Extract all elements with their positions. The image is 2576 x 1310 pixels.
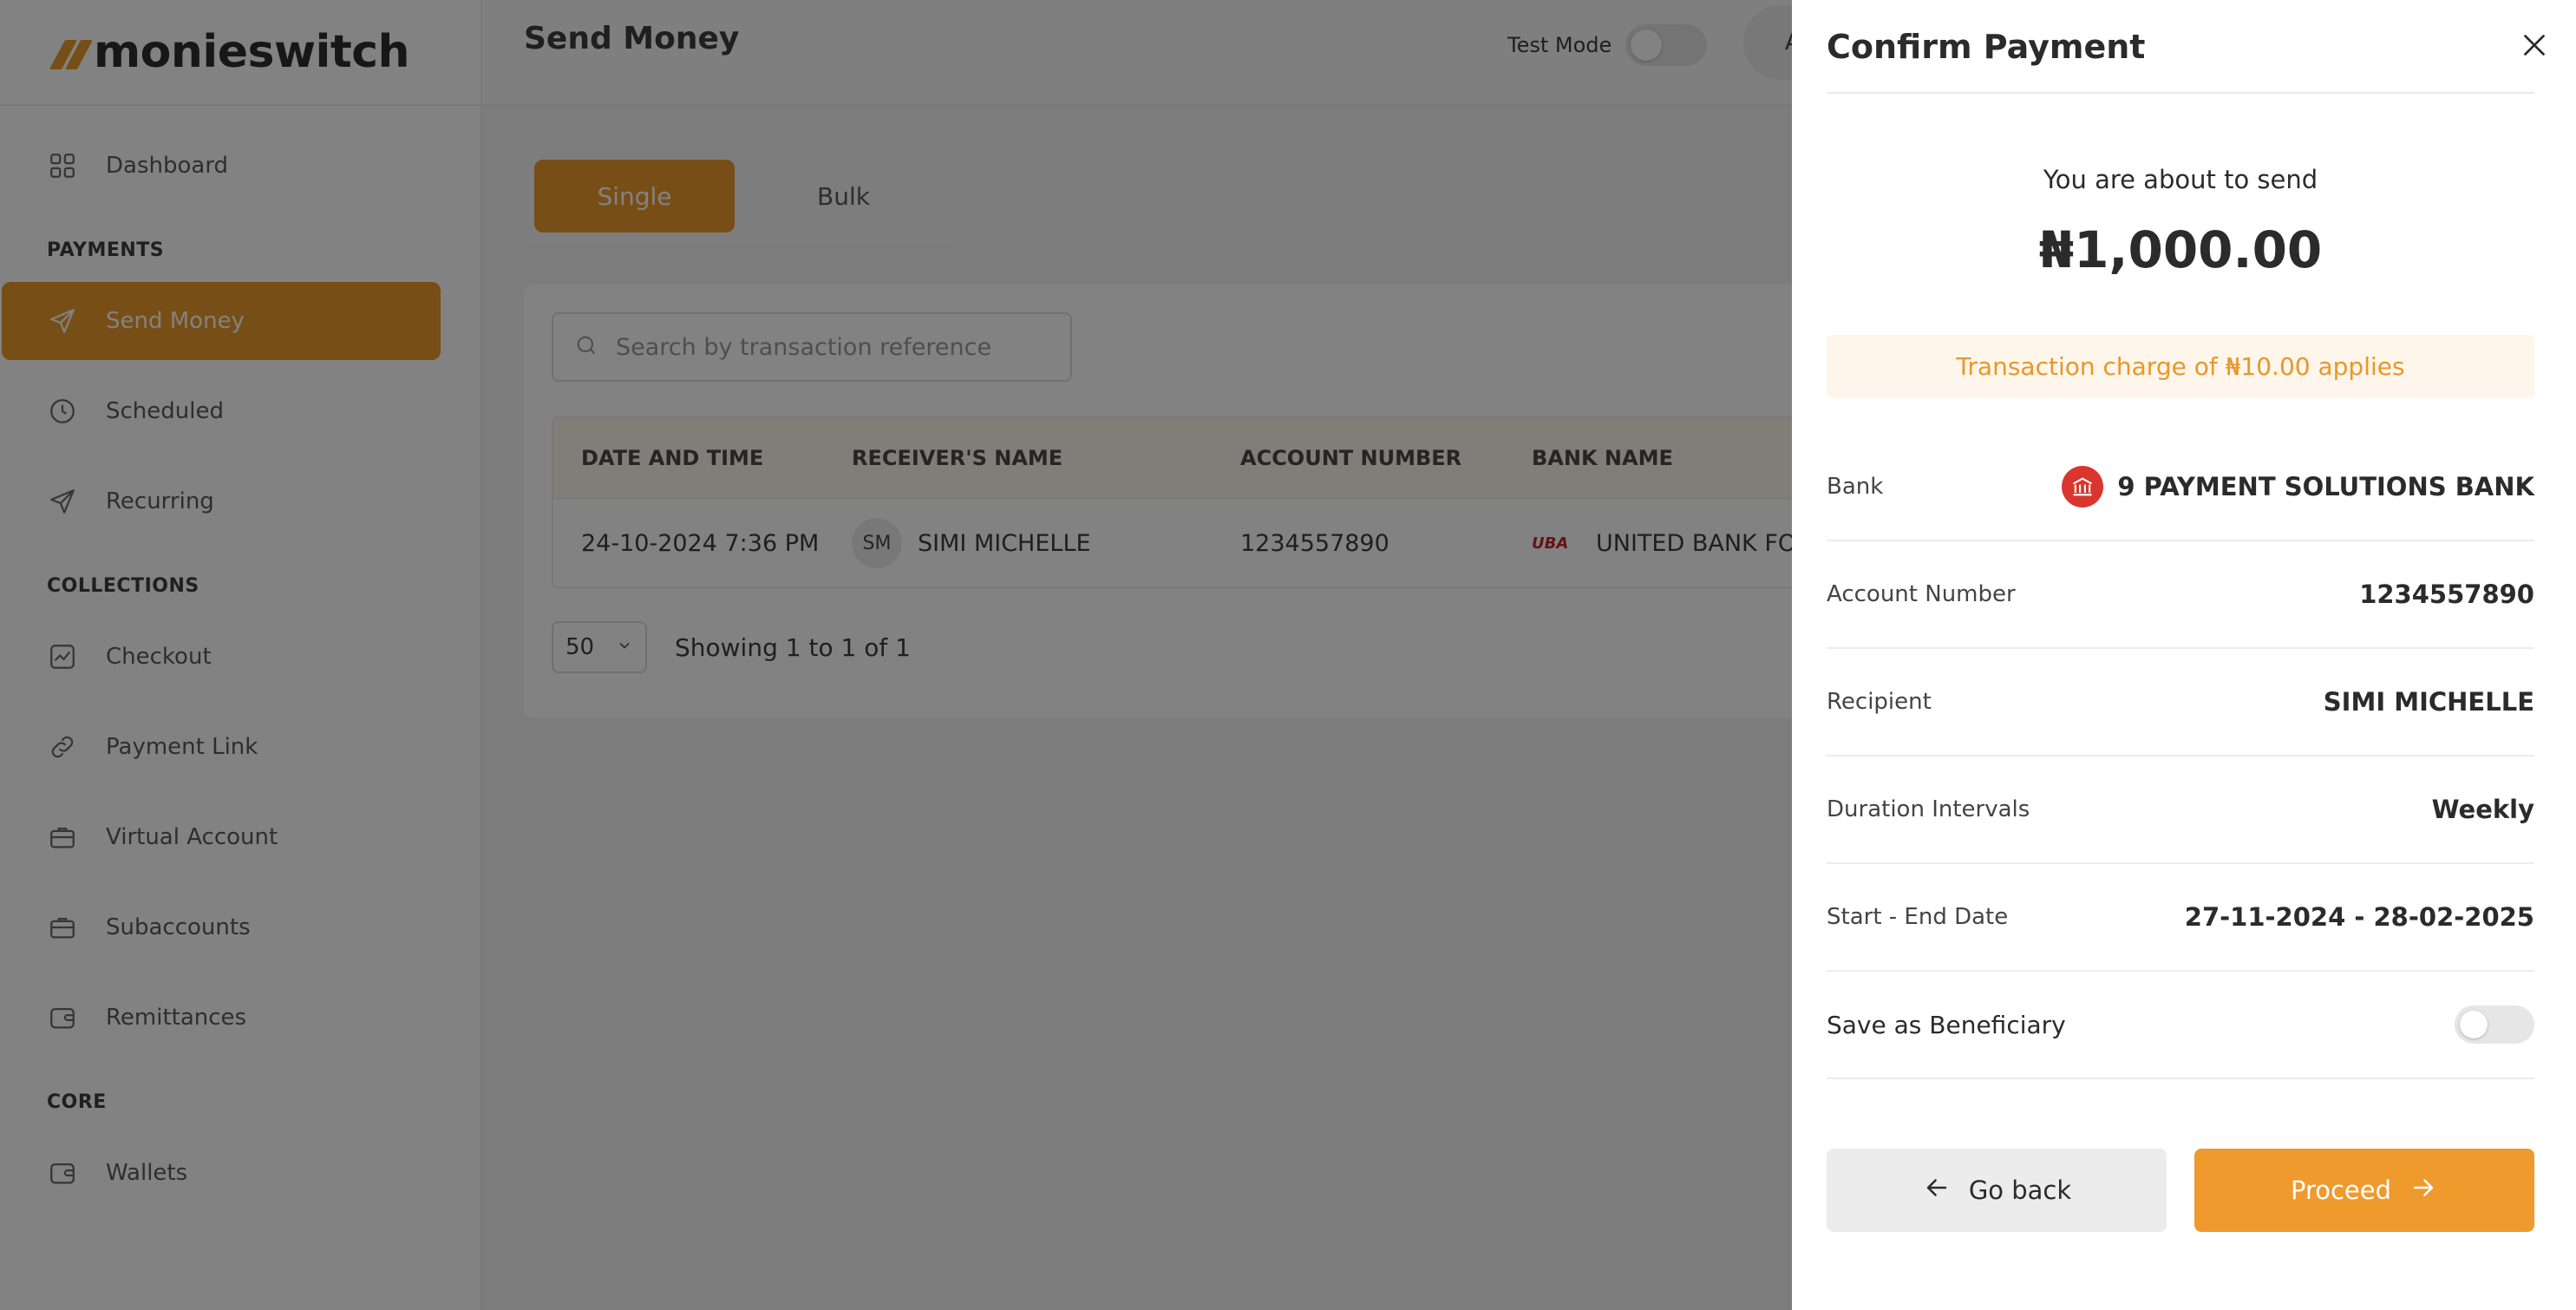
save-beneficiary-row: Save as Beneficiary xyxy=(1827,972,2534,1079)
detail-value: SIMI MICHELLE xyxy=(2323,687,2534,717)
confirm-payment-drawer: Confirm Payment You are about to send ₦1… xyxy=(1792,0,2576,1310)
drawer-title: Confirm Payment xyxy=(1827,28,2146,66)
go-back-label: Go back xyxy=(1968,1176,2072,1205)
bank-name-value: 9 PAYMENT SOLUTIONS BANK xyxy=(2117,472,2534,501)
proceed-button[interactable]: Proceed xyxy=(2194,1149,2534,1232)
detail-value: Weekly xyxy=(2431,795,2534,824)
go-back-button[interactable]: Go back xyxy=(1827,1149,2167,1232)
detail-row-duration: Duration Intervals Weekly xyxy=(1827,757,2534,864)
arrow-right-icon xyxy=(2409,1173,2438,1208)
detail-row-account-number: Account Number 1234557890 xyxy=(1827,541,2534,649)
transaction-charge-notice: Transaction charge of ₦10.00 applies xyxy=(1827,335,2534,397)
detail-row-bank: Bank 9 PAYMENT SOLUTIONS BANK xyxy=(1827,434,2534,541)
detail-label: Duration Intervals xyxy=(1827,796,2030,822)
close-button[interactable] xyxy=(2517,29,2552,64)
arrow-left-icon xyxy=(1922,1173,1952,1208)
save-beneficiary-label: Save as Beneficiary xyxy=(1827,1010,2066,1039)
proceed-label: Proceed xyxy=(2290,1176,2392,1205)
detail-value: 9 PAYMENT SOLUTIONS BANK xyxy=(2062,466,2534,508)
bank-icon xyxy=(2062,466,2104,508)
divider xyxy=(1827,92,2534,94)
detail-label: Bank xyxy=(1827,474,1884,500)
send-intro-text: You are about to send xyxy=(2043,165,2318,194)
detail-label: Start - End Date xyxy=(1827,904,2009,930)
modal-backdrop[interactable] xyxy=(0,0,1792,1310)
detail-row-dates: Start - End Date 27-11-2024 - 28-02-2025 xyxy=(1827,864,2534,972)
detail-label: Account Number xyxy=(1827,581,2016,607)
detail-value: 27-11-2024 - 28-02-2025 xyxy=(2184,902,2534,932)
detail-value: 1234557890 xyxy=(2359,580,2534,609)
detail-label: Recipient xyxy=(1827,689,1932,715)
save-beneficiary-toggle[interactable] xyxy=(2455,1005,2534,1044)
detail-row-recipient: Recipient SIMI MICHELLE xyxy=(1827,649,2534,757)
close-icon xyxy=(2519,29,2550,64)
payment-amount: ₦1,000.00 xyxy=(2038,220,2323,279)
toggle-knob xyxy=(2460,1011,2488,1038)
